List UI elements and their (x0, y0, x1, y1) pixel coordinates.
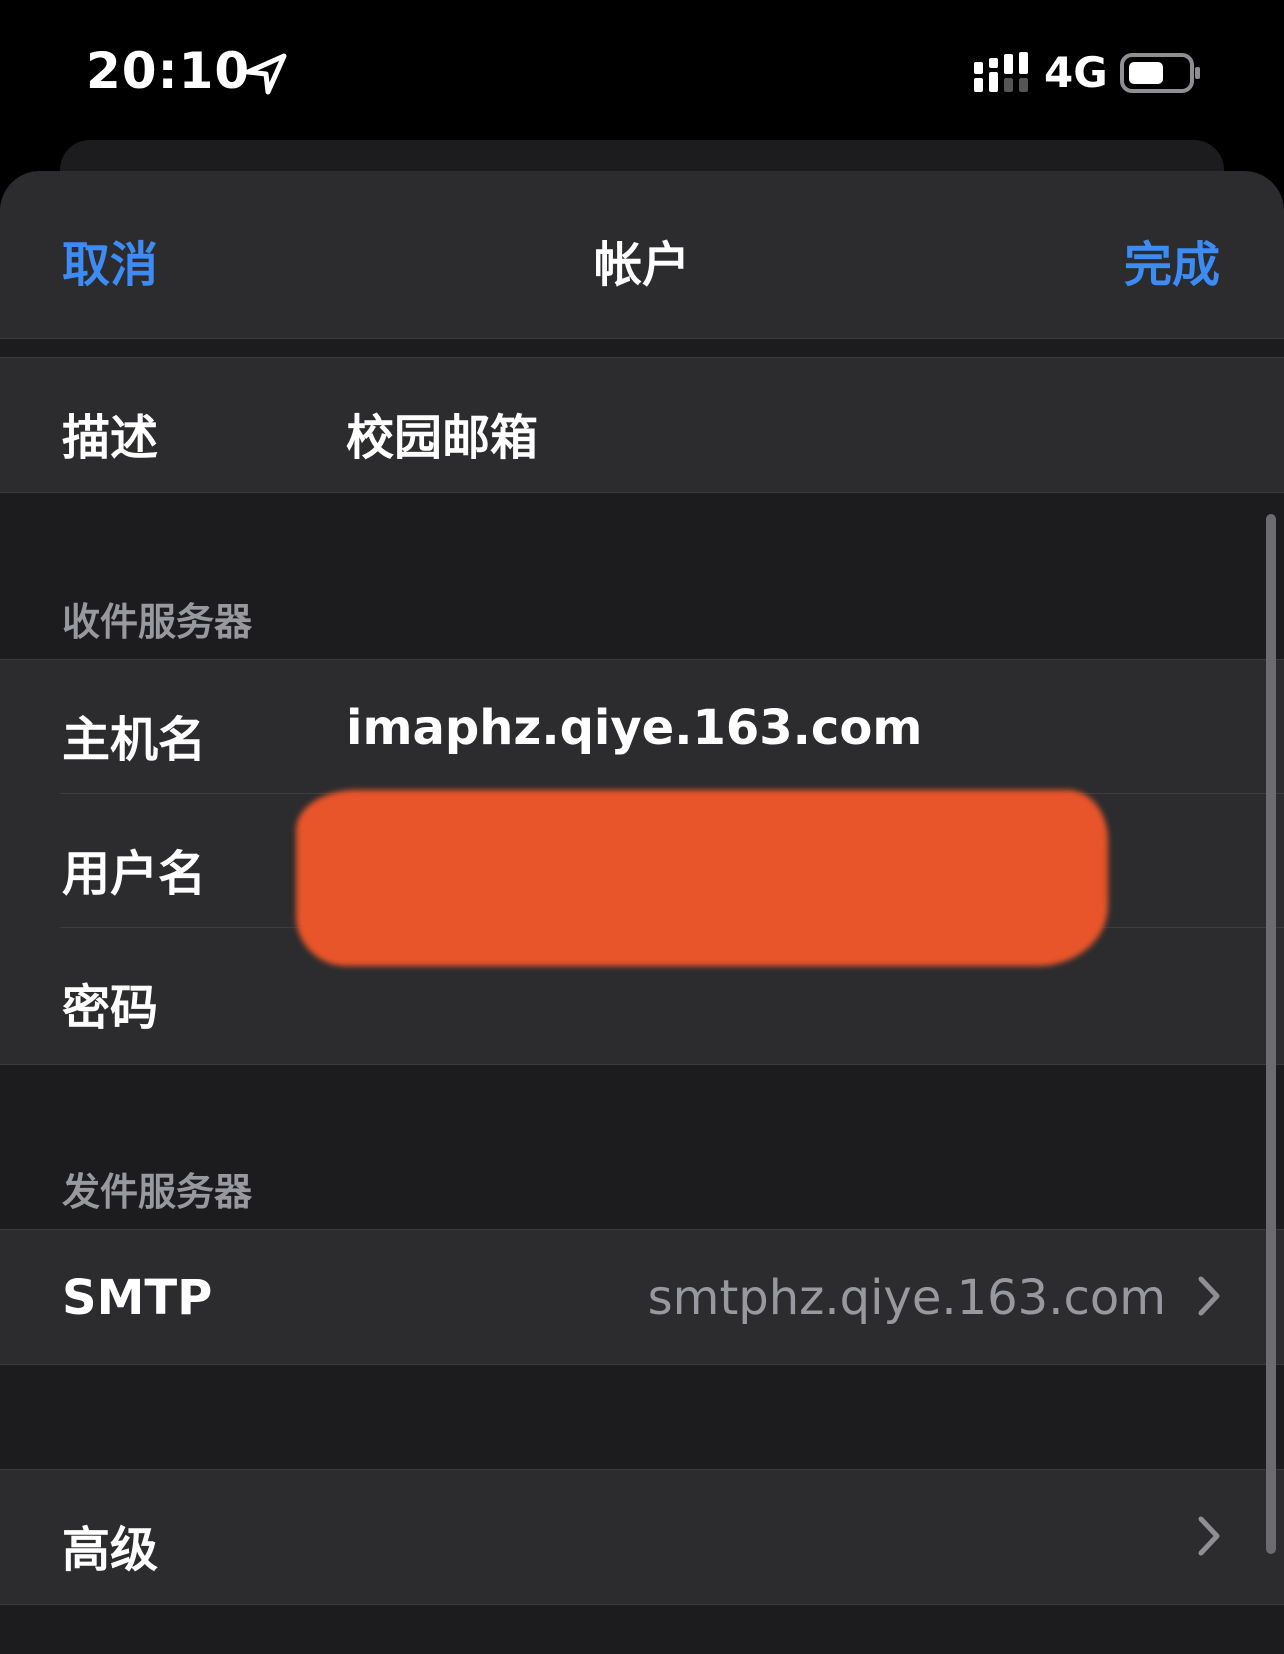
location-arrow-icon (245, 53, 287, 95)
outgoing-server-group: SMTP smtphz.qiye.163.com (0, 1229, 1284, 1365)
hostname-label: 主机名 (62, 712, 207, 768)
incoming-server-header: 收件服务器 (62, 600, 253, 644)
battery-icon (1120, 53, 1200, 93)
password-label: 密码 (62, 980, 159, 1036)
nav-bar: 取消 帐户 完成 (0, 171, 1284, 339)
smtp-row[interactable]: SMTP smtphz.qiye.163.com (0, 1230, 1284, 1364)
scrollbar[interactable] (1266, 514, 1276, 1554)
smtp-value: smtphz.qiye.163.com (647, 1270, 1166, 1326)
description-label: 描述 (62, 410, 159, 466)
network-type: 4G (1044, 48, 1108, 97)
cellular-signal-icon (974, 52, 1028, 92)
username-label: 用户名 (62, 846, 207, 902)
hostname-field[interactable]: imaphz.qiye.163.com (346, 700, 922, 756)
advanced-label: 高级 (62, 1522, 159, 1578)
description-group: 描述 校园邮箱 (0, 357, 1284, 493)
chevron-right-icon (1198, 1276, 1220, 1316)
advanced-row[interactable]: 高级 (0, 1470, 1284, 1604)
chevron-right-icon (1198, 1516, 1220, 1556)
smtp-label: SMTP (62, 1270, 213, 1326)
status-time: 20:10 (86, 42, 251, 100)
outgoing-server-header: 发件服务器 (62, 1170, 253, 1214)
status-bar: 20:10 4G (0, 0, 1284, 140)
redaction-mark (296, 790, 1108, 966)
description-field[interactable]: 校园邮箱 (346, 398, 538, 468)
page-title: 帐户 (593, 237, 690, 293)
done-button[interactable]: 完成 (1124, 225, 1220, 295)
advanced-group: 高级 (0, 1469, 1284, 1605)
description-row[interactable]: 描述 校园邮箱 (0, 358, 1284, 492)
hostname-row[interactable]: 主机名 imaphz.qiye.163.com (0, 660, 1284, 794)
